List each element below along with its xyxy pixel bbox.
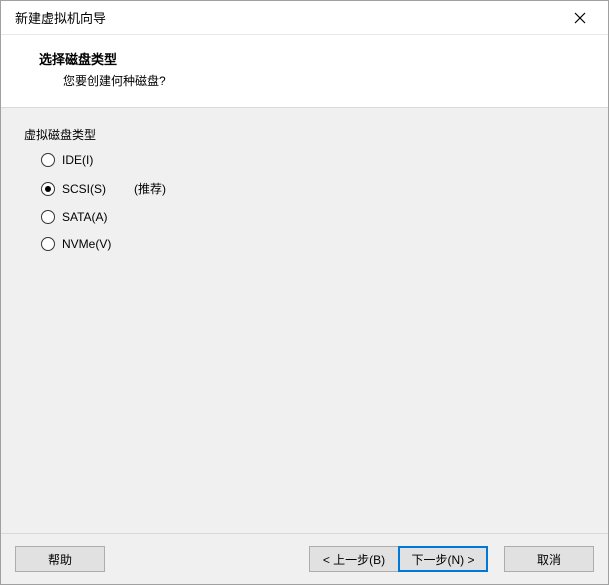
back-button[interactable]: < 上一步(B) [309,546,399,572]
page-subtitle: 您要创建何种磁盘? [63,72,594,89]
cancel-button[interactable]: 取消 [504,546,594,572]
new-vm-wizard-dialog: 新建虚拟机向导 选择磁盘类型 您要创建何种磁盘? 虚拟磁盘类型 IDE(I) S… [0,0,609,585]
help-button[interactable]: 帮助 [15,546,105,572]
content-area: 虚拟磁盘类型 IDE(I) SCSI(S) (推荐) SATA(A) NVMe(… [1,107,608,534]
titlebar: 新建虚拟机向导 [1,1,608,35]
next-button[interactable]: 下一步(N) > [398,546,488,572]
radio-label: SCSI(S) [62,182,106,196]
radio-label: NVMe(V) [62,237,111,251]
close-icon [574,12,586,24]
radio-label: SATA(A) [62,210,108,224]
radio-icon [41,237,55,251]
disk-type-radio-group: IDE(I) SCSI(S) (推荐) SATA(A) NVMe(V) [23,153,586,251]
nav-button-group: < 上一步(B) 下一步(N) > [309,546,488,572]
recommended-tag: (推荐) [134,180,166,197]
radio-icon [41,153,55,167]
close-button[interactable] [560,4,600,32]
page-title: 选择磁盘类型 [39,49,594,68]
radio-icon [41,182,55,196]
radio-ide[interactable]: IDE(I) [41,153,586,167]
button-bar: 帮助 < 上一步(B) 下一步(N) > 取消 [1,534,608,584]
radio-nvme[interactable]: NVMe(V) [41,237,586,251]
radio-label: IDE(I) [62,153,93,167]
radio-sata[interactable]: SATA(A) [41,210,586,224]
radio-scsi[interactable]: SCSI(S) (推荐) [41,180,586,197]
radio-icon [41,210,55,224]
window-title: 新建虚拟机向导 [15,8,560,27]
wizard-header: 选择磁盘类型 您要创建何种磁盘? [1,35,608,107]
disk-type-group-label: 虚拟磁盘类型 [23,126,586,143]
